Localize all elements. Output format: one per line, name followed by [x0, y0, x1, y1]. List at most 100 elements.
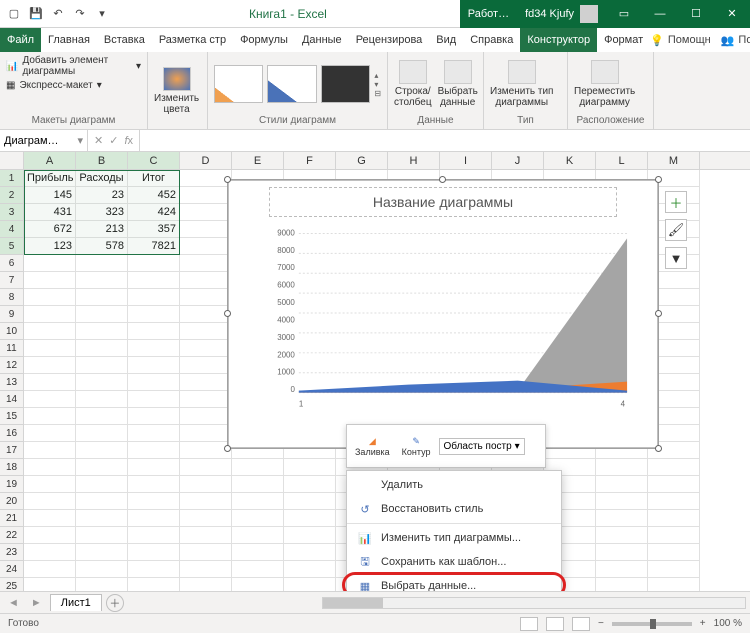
row-header[interactable]: 5: [0, 238, 24, 255]
cell[interactable]: [24, 493, 76, 510]
cell[interactable]: [648, 561, 700, 578]
cell[interactable]: [76, 527, 128, 544]
cell[interactable]: [76, 340, 128, 357]
cell[interactable]: [180, 221, 232, 238]
redo-icon[interactable]: ↷: [72, 6, 88, 22]
cell[interactable]: [180, 493, 232, 510]
cell[interactable]: 431: [24, 204, 76, 221]
cell[interactable]: [24, 408, 76, 425]
cell[interactable]: [596, 493, 648, 510]
cell[interactable]: 578: [76, 238, 128, 255]
cell[interactable]: [24, 357, 76, 374]
cell[interactable]: [232, 476, 284, 493]
column-header[interactable]: B: [76, 152, 128, 169]
cell[interactable]: [596, 527, 648, 544]
cell[interactable]: [232, 561, 284, 578]
row-header[interactable]: 23: [0, 544, 24, 561]
cell[interactable]: [232, 510, 284, 527]
zoom-in-icon[interactable]: +: [700, 618, 706, 629]
cell[interactable]: [128, 425, 180, 442]
column-header[interactable]: M: [648, 152, 700, 169]
cell[interactable]: Итог: [128, 170, 180, 187]
switch-row-column[interactable]: Строка/ столбец: [394, 60, 432, 108]
tab-insert[interactable]: Вставка: [97, 28, 152, 52]
chart-filters-button[interactable]: ▼: [665, 247, 687, 269]
cell[interactable]: [596, 476, 648, 493]
cell[interactable]: [76, 459, 128, 476]
cell[interactable]: [76, 476, 128, 493]
row-header[interactable]: 19: [0, 476, 24, 493]
horizontal-scrollbar[interactable]: [322, 597, 746, 609]
cell[interactable]: [180, 272, 232, 289]
tab-formulas[interactable]: Формулы: [233, 28, 295, 52]
column-header[interactable]: D: [180, 152, 232, 169]
cell[interactable]: [284, 561, 336, 578]
enter-icon[interactable]: ✓: [109, 134, 118, 147]
chart-style-2[interactable]: [267, 65, 316, 103]
tab-format[interactable]: Формат: [597, 28, 650, 52]
cell[interactable]: [180, 255, 232, 272]
page-break-view-icon[interactable]: [572, 617, 590, 631]
cell[interactable]: [648, 527, 700, 544]
tab-layout[interactable]: Разметка стр: [152, 28, 233, 52]
autosave-icon[interactable]: ▢: [6, 6, 22, 22]
cell[interactable]: [180, 544, 232, 561]
cell[interactable]: [180, 374, 232, 391]
column-header[interactable]: L: [596, 152, 648, 169]
cell[interactable]: [180, 408, 232, 425]
cell[interactable]: 213: [76, 221, 128, 238]
chart-styles-button[interactable]: 🖌: [665, 219, 687, 241]
cell[interactable]: [128, 323, 180, 340]
zoom-slider[interactable]: [612, 622, 692, 626]
cell[interactable]: [24, 391, 76, 408]
cell[interactable]: [76, 374, 128, 391]
cell[interactable]: [128, 272, 180, 289]
change-colors[interactable]: Изменить цвета: [154, 67, 199, 115]
column-header[interactable]: A: [24, 152, 76, 169]
cell[interactable]: 323: [76, 204, 128, 221]
cell[interactable]: [24, 425, 76, 442]
cell[interactable]: [180, 391, 232, 408]
zoom-out-icon[interactable]: −: [598, 618, 604, 629]
name-box[interactable]: Диаграм…▾: [0, 130, 88, 151]
cell[interactable]: 357: [128, 221, 180, 238]
cancel-icon[interactable]: ✕: [94, 134, 103, 147]
tab-design[interactable]: Конструктор: [520, 28, 597, 52]
cell[interactable]: [180, 204, 232, 221]
cell[interactable]: [76, 544, 128, 561]
cell[interactable]: [76, 289, 128, 306]
chart-style-1[interactable]: [214, 65, 263, 103]
cell[interactable]: [76, 442, 128, 459]
cell[interactable]: [24, 323, 76, 340]
sheet-nav-prev[interactable]: ◄: [4, 597, 23, 609]
context-menu-item[interactable]: Удалить: [347, 473, 561, 497]
cell[interactable]: [24, 306, 76, 323]
cell[interactable]: [180, 289, 232, 306]
cell[interactable]: [76, 561, 128, 578]
quick-layout[interactable]: ▦Экспресс-макет▾: [6, 80, 141, 91]
row-header[interactable]: 18: [0, 459, 24, 476]
cell[interactable]: [180, 187, 232, 204]
cell[interactable]: [284, 510, 336, 527]
cell[interactable]: [128, 442, 180, 459]
cell[interactable]: [76, 510, 128, 527]
context-menu-item[interactable]: ↺Восстановить стиль: [347, 497, 561, 521]
cell[interactable]: Расходы: [76, 170, 128, 187]
cell[interactable]: [284, 476, 336, 493]
cell[interactable]: 7821: [128, 238, 180, 255]
cell[interactable]: [24, 442, 76, 459]
cell[interactable]: [180, 238, 232, 255]
cell[interactable]: [648, 493, 700, 510]
row-header[interactable]: 16: [0, 425, 24, 442]
add-sheet-button[interactable]: ＋: [106, 594, 124, 612]
cell[interactable]: [128, 476, 180, 493]
cell[interactable]: [24, 476, 76, 493]
row-header[interactable]: 20: [0, 493, 24, 510]
maximize-icon[interactable]: ☐: [678, 0, 714, 28]
cell[interactable]: [648, 544, 700, 561]
tab-home[interactable]: Главная: [41, 28, 97, 52]
fill-button[interactable]: ◢Заливка: [351, 436, 394, 457]
cell[interactable]: [76, 255, 128, 272]
cell[interactable]: [232, 459, 284, 476]
row-header[interactable]: 22: [0, 527, 24, 544]
